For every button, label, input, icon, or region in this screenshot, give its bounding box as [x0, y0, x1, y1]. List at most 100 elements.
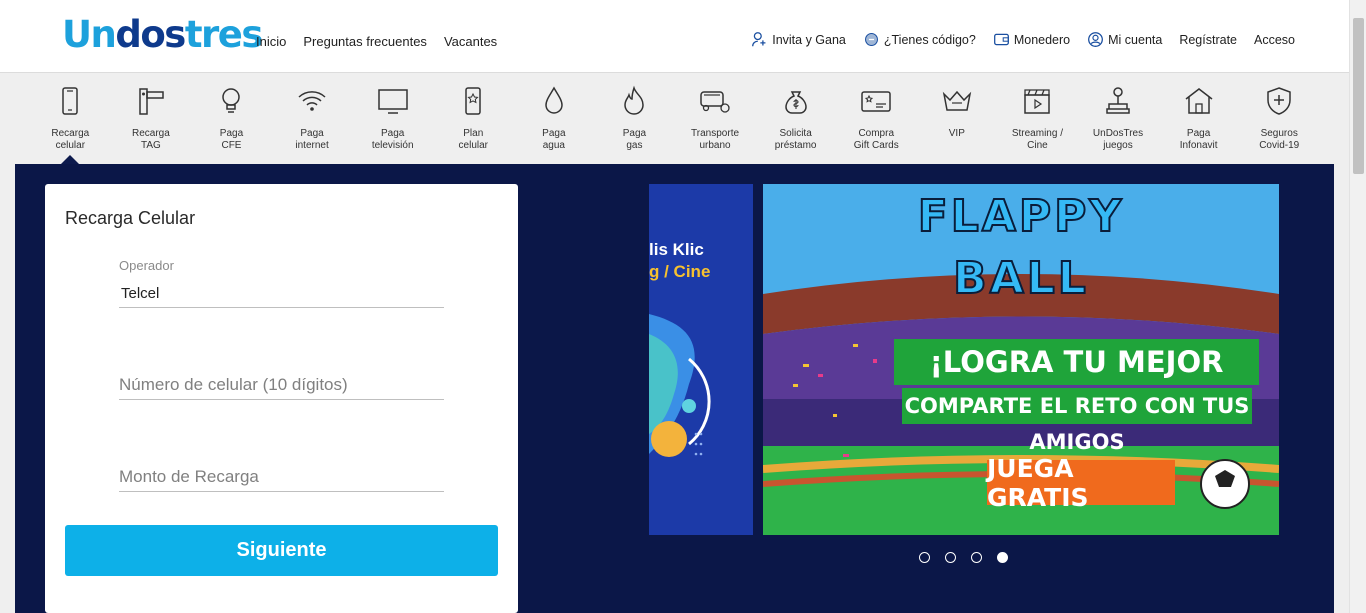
banner-headline: ¡LOGRA TU MEJOR PUNTAJE!	[894, 339, 1259, 425]
registrate-link[interactable]: Regístrate	[1179, 33, 1237, 47]
amount-placeholder: Monto de Recarga	[119, 467, 259, 486]
invita-y-gana-link[interactable]: Invita y Gana	[751, 31, 846, 48]
wifi-icon	[298, 91, 326, 111]
previous-banner-line1: lis Klic	[649, 240, 704, 259]
service-plan-celular[interactable]: Plan celular	[433, 76, 514, 164]
banner-title-ball: BALL	[952, 253, 1089, 305]
crown-icon	[942, 90, 972, 111]
service-label: Recarga celular	[51, 128, 90, 151]
form-title: Recarga Celular	[65, 208, 196, 228]
service-paga-cfe[interactable]: Paga CFE	[191, 76, 272, 164]
service-label: Paga internet	[295, 128, 329, 151]
mi-cuenta-label: Mi cuenta	[1108, 32, 1163, 47]
recharge-form-card: Recarga Celular Operador Telcel Número d…	[45, 184, 518, 613]
service-label: Transporte urbano	[691, 128, 740, 151]
flappy-ball-banner[interactable]: FLAPPY BALL ¡LOGRA TU MEJOR PUNTAJE! COM…	[763, 184, 1279, 535]
logo-part-tres: tres	[184, 13, 264, 56]
service-label: Recarga TAG	[131, 128, 170, 151]
logo-part-un: Un	[62, 13, 117, 56]
service-compra-gift-cards[interactable]: Compra Gift Cards	[836, 76, 917, 164]
operator-value: Telcel	[121, 285, 160, 302]
tienes-codigo-label: ¿Tienes código?	[883, 32, 976, 47]
service-transporte-urbano[interactable]: Transporte urbano	[675, 76, 756, 164]
service-label: Plan celular	[458, 128, 488, 151]
mi-cuenta-link[interactable]: Mi cuenta	[1087, 31, 1162, 48]
page-scrollbar[interactable]	[1349, 0, 1366, 613]
gift-card-icon	[861, 91, 891, 112]
carousel-indicators	[919, 552, 1008, 563]
service-paga-internet[interactable]: Paga internet	[272, 76, 353, 164]
service-label: Paga Infonavit	[1179, 128, 1218, 151]
phone-plan-icon	[465, 87, 482, 115]
service-paga-television[interactable]: Paga televisión	[352, 76, 433, 164]
tienes-codigo-link[interactable]: ¿Tienes código?	[863, 31, 976, 48]
services-bar: Recarga celular Recarga TAG Paga CFE Pag…	[30, 76, 1320, 165]
previous-banner-art	[649, 314, 711, 457]
service-undostres-juegos[interactable]: UnDosTres juegos	[1078, 76, 1159, 164]
service-label: Paga agua	[542, 128, 566, 151]
service-label: UnDosTres juegos	[1092, 128, 1144, 151]
service-label: Seguros Covid-19	[1259, 128, 1300, 151]
phone-number-input[interactable]: Número de celular (10 dígitos)	[119, 375, 444, 400]
carousel-dot-4[interactable]	[997, 552, 1008, 563]
juega-gratis-button[interactable]: JUEGA GRATIS	[987, 454, 1175, 512]
acceso-label: Acceso	[1254, 32, 1295, 47]
banner-title-flappy: FLAPPY	[917, 191, 1125, 243]
service-recarga-tag[interactable]: Recarga TAG	[111, 76, 192, 164]
service-paga-infonavit[interactable]: Paga Infonavit	[1158, 76, 1239, 164]
person-plus-icon	[752, 32, 766, 47]
siguiente-button[interactable]: Siguiente	[65, 525, 498, 576]
service-recarga-celular[interactable]: Recarga celular	[30, 76, 111, 165]
previous-banner-line2: g / Cine	[649, 262, 711, 281]
phone-number-placeholder: Número de celular (10 dígitos)	[119, 375, 348, 394]
invita-y-gana-label: Invita y Gana	[772, 32, 846, 47]
carousel-dot-2[interactable]	[945, 552, 956, 563]
shield-plus-icon	[1267, 87, 1291, 115]
banner-subline: COMPARTE EL RETO CON TUS AMIGOS	[902, 388, 1252, 454]
nav-inicio[interactable]: Inicio	[256, 34, 286, 49]
phone-icon	[62, 87, 79, 115]
service-label: Paga televisión	[371, 128, 414, 151]
operator-label: Operador	[119, 258, 174, 273]
clapperboard-icon	[1024, 89, 1051, 114]
tv-icon	[377, 89, 408, 114]
scrollbar-thumb[interactable]	[1353, 18, 1364, 174]
house-icon	[1185, 88, 1213, 114]
coupon-icon	[864, 33, 878, 46]
logo-part-dos: dos	[115, 13, 186, 56]
nav-preguntas-frecuentes[interactable]: Preguntas frecuentes	[303, 34, 427, 49]
service-seguros-covid[interactable]: Seguros Covid-19	[1239, 76, 1320, 164]
operator-select[interactable]: Operador Telcel	[119, 258, 444, 308]
nav-vacantes[interactable]: Vacantes	[444, 34, 497, 49]
service-paga-agua[interactable]: Paga agua	[514, 76, 595, 164]
joystick-icon	[1106, 87, 1130, 114]
bus-icon	[700, 91, 730, 113]
service-solicita-prestamo[interactable]: Solicita préstamo	[755, 76, 836, 164]
amount-input[interactable]: Monto de Recarga	[119, 467, 444, 492]
service-label: VIP	[948, 128, 965, 139]
service-label: Paga gas	[622, 128, 647, 151]
carousel-dot-1[interactable]	[919, 552, 930, 563]
toll-tag-icon	[139, 88, 164, 115]
registrate-label: Regístrate	[1179, 32, 1237, 47]
service-label: Solicita préstamo	[774, 128, 817, 151]
service-label: Compra Gift Cards	[853, 128, 899, 151]
service-streaming-cine[interactable]: Streaming / Cine	[997, 76, 1078, 164]
account-icon	[1088, 32, 1104, 47]
service-paga-gas[interactable]: Paga gas	[594, 76, 675, 164]
service-vip[interactable]: VIP	[917, 76, 998, 164]
wallet-icon	[993, 33, 1009, 46]
monedero-label: Monedero	[1013, 32, 1071, 47]
money-bag-icon	[784, 91, 807, 114]
top-header: Undostres Inicio Preguntas frecuentes Va…	[0, 0, 1349, 73]
service-label: Paga CFE	[219, 128, 244, 151]
flame-icon	[624, 85, 645, 115]
carousel-dot-3[interactable]	[971, 552, 982, 563]
account-nav: Invita y Gana ¿Tienes código? Monedero M…	[751, 31, 1295, 48]
water-drop-icon	[545, 86, 563, 114]
monedero-link[interactable]: Monedero	[993, 31, 1070, 48]
main-nav: Inicio Preguntas frecuentes Vacantes	[256, 34, 497, 49]
previous-banner-slide[interactable]: lis Klic g / Cine	[649, 184, 753, 535]
undostres-logo[interactable]: Undostres	[62, 13, 264, 56]
acceso-link[interactable]: Acceso	[1254, 33, 1295, 47]
